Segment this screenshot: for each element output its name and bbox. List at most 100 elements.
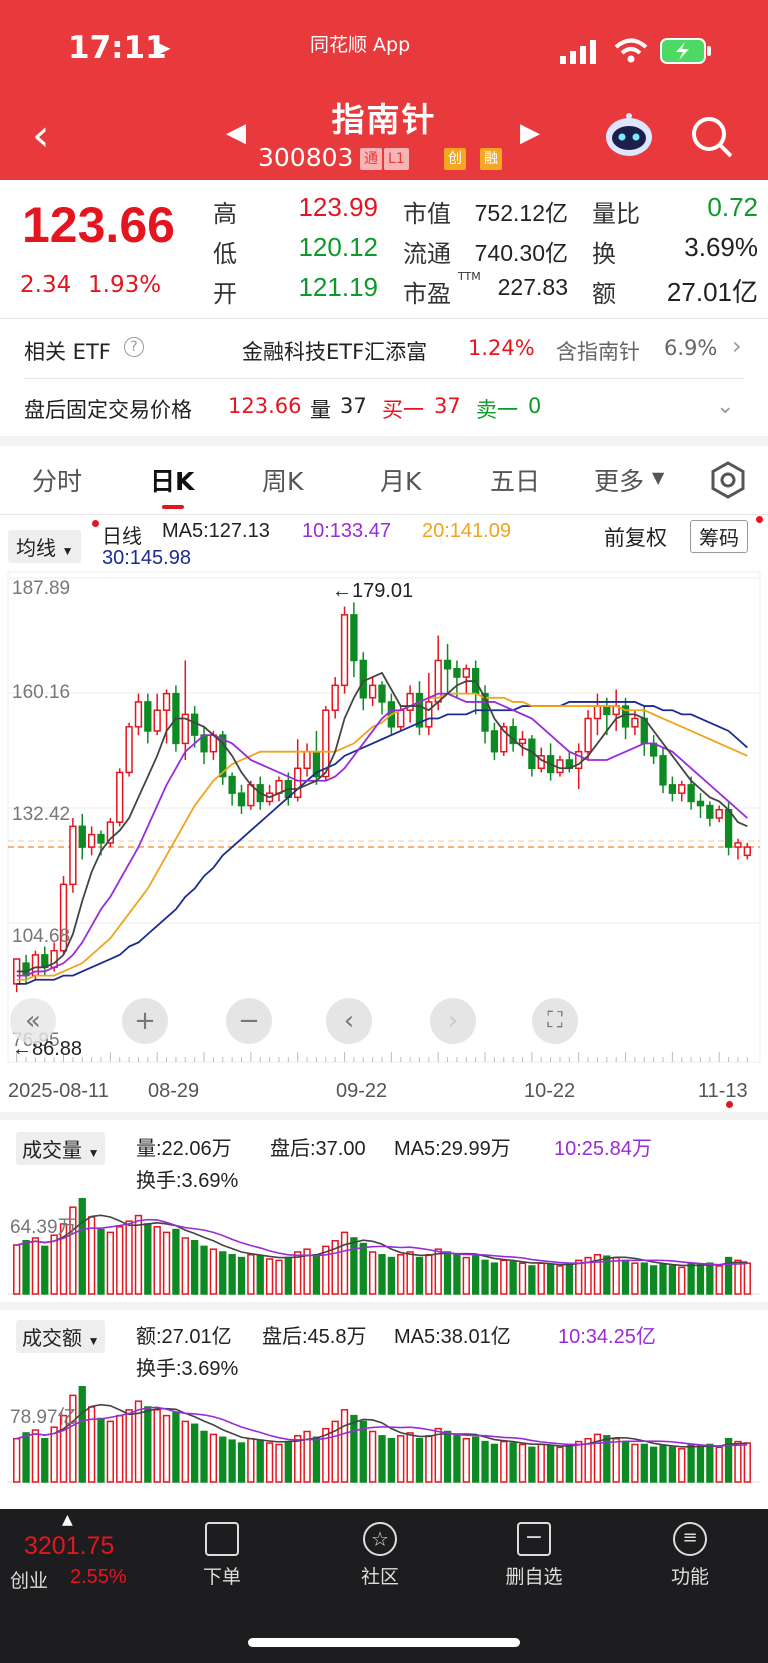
amount-chart[interactable] <box>0 1378 768 1486</box>
robot-assistant-icon[interactable] <box>604 112 654 162</box>
volume-bar <box>575 1259 583 1295</box>
candle <box>612 689 620 731</box>
candle <box>528 735 536 777</box>
amount-bar <box>378 1435 386 1483</box>
ma10-legend: 10:133.47 <box>302 520 391 542</box>
candle <box>294 739 302 802</box>
candle <box>181 660 189 760</box>
candle-body <box>368 684 377 699</box>
chevron-down-icon[interactable]: ⌄ <box>716 394 734 419</box>
nav-community[interactable]: ☆ 社区 <box>330 1522 430 1589</box>
amount-ma10: 10:34.25亿 <box>558 1326 656 1348</box>
etf-label: 相关 ETF <box>24 340 111 364</box>
nav-remove-watchlist[interactable]: − 删自选 <box>484 1522 584 1589</box>
section-gap <box>0 1112 768 1120</box>
amount-select[interactable]: 成交额 ▼ <box>16 1320 106 1353</box>
candle <box>340 606 349 694</box>
volume-bar <box>696 1263 705 1295</box>
tab-fenshi[interactable]: 分时 <box>32 462 82 498</box>
chips-button[interactable]: 筹码 <box>690 520 748 553</box>
zoom-out-button[interactable]: − <box>226 998 272 1044</box>
amount-bar <box>284 1440 292 1483</box>
tab-more[interactable]: 更多 <box>594 462 644 498</box>
float-value: 740.30亿 <box>474 240 568 266</box>
volume-bar <box>715 1265 723 1295</box>
candle-body <box>191 713 199 736</box>
amount-bar <box>22 1432 30 1483</box>
dot-indicator <box>726 1101 733 1108</box>
next-stock-icon[interactable]: ▶ <box>520 118 540 148</box>
tab-weekly-k[interactable]: 周K <box>262 462 303 498</box>
amount-value: 27.01亿 <box>666 277 758 307</box>
candle-body <box>668 784 677 794</box>
search-icon[interactable] <box>690 115 734 163</box>
chevron-right-icon[interactable]: › <box>732 332 742 360</box>
volume-bar <box>97 1228 105 1295</box>
collapse-left-icon[interactable]: « <box>10 998 56 1044</box>
nav-remove-watchlist-label: 删自选 <box>505 1566 563 1588</box>
candle <box>303 743 311 777</box>
volume-bar <box>340 1231 349 1295</box>
candle <box>425 672 433 736</box>
ma-select[interactable]: 均线 ▼ <box>8 530 82 563</box>
candle-body <box>78 825 86 848</box>
volume-bar <box>743 1262 751 1295</box>
scroll-right-button[interactable]: › <box>430 998 476 1044</box>
candle <box>640 706 648 756</box>
etf-name[interactable]: 金融科技ETF汇添富 <box>242 336 427 366</box>
volume-bar <box>144 1223 152 1295</box>
amount-bar <box>434 1427 442 1483</box>
amount-bar <box>256 1439 264 1483</box>
high-label: 高 <box>213 200 237 228</box>
volume-after: 盘后:37.00 <box>270 1138 366 1160</box>
zoom-in-button[interactable]: + <box>122 998 168 1044</box>
high-marker: ←179.01 <box>332 580 414 602</box>
tab-daily-k[interactable]: 日K <box>150 462 194 498</box>
tab-five-day[interactable]: 五日 <box>490 462 540 498</box>
candle-body <box>631 717 639 728</box>
help-icon[interactable]: ? <box>124 337 144 357</box>
amount-bar <box>715 1446 723 1483</box>
settings-hex-icon[interactable] <box>708 460 748 504</box>
nav-order[interactable]: 下单 <box>172 1522 272 1589</box>
scroll-left-button[interactable]: ‹ <box>326 998 372 1044</box>
fullscreen-button[interactable]: ⛶ <box>532 998 578 1044</box>
volume-ma5: MA5:29.99万 <box>394 1138 511 1160</box>
candle-body <box>434 659 442 703</box>
candle <box>734 838 742 860</box>
nav-function[interactable]: ≡ 功能 <box>640 1522 740 1589</box>
candle-body <box>134 701 143 728</box>
index-name: 创业 <box>10 1570 49 1592</box>
candle <box>743 842 751 860</box>
volume-select[interactable]: 成交量 ▼ <box>16 1132 106 1165</box>
volume-chart[interactable] <box>0 1190 768 1298</box>
float-label: 流通 <box>403 240 451 268</box>
price-change-pct: 1.93% <box>88 272 162 298</box>
tab-monthly-k[interactable]: 月K <box>380 462 421 498</box>
volume-bar <box>734 1259 742 1295</box>
candle <box>78 813 86 860</box>
candle-body <box>116 771 124 823</box>
period-label: 日线 <box>102 526 142 548</box>
mktcap-value: 752.12亿 <box>474 200 568 226</box>
amount-bar <box>556 1446 564 1483</box>
fq-button[interactable]: 前复权 <box>604 522 667 552</box>
volume-bar <box>275 1259 283 1295</box>
candle <box>134 693 143 736</box>
candle <box>228 772 236 806</box>
candle-body <box>153 709 161 732</box>
amount-bar <box>546 1445 555 1483</box>
candle-body <box>359 659 367 699</box>
kline-chart[interactable] <box>0 570 768 1070</box>
volume-bar <box>509 1261 517 1295</box>
amount-bar <box>87 1406 96 1483</box>
buy1-label: 买一 <box>382 398 424 422</box>
tag-l1: L1 <box>384 148 409 170</box>
index-value[interactable]: 3201.75 <box>24 1532 114 1561</box>
amount-bar <box>537 1443 545 1483</box>
volume-bar <box>443 1251 452 1295</box>
ma20-legend: 20:141.09 <box>422 520 511 542</box>
amount-bar <box>162 1414 171 1483</box>
candle-body <box>743 846 751 857</box>
volume-bar <box>378 1254 386 1295</box>
